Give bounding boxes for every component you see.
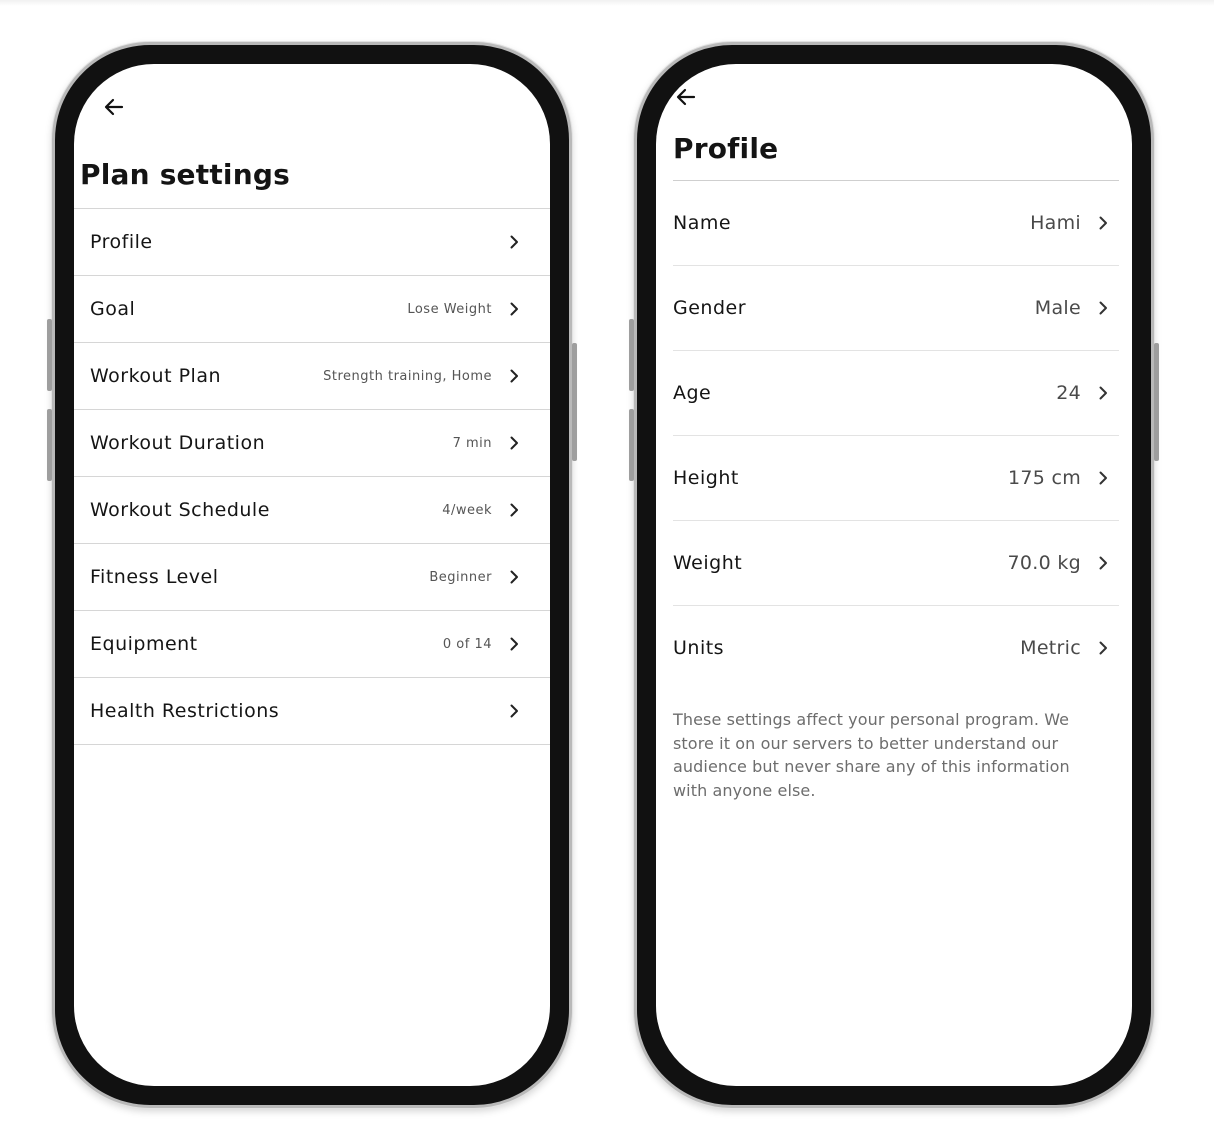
chevron-right-icon [1099,471,1107,485]
row-value: Hami [1030,212,1081,234]
profile-row-age[interactable]: Age 24 [673,351,1119,436]
row-label: Workout Plan [90,365,222,387]
chevron-right-icon [1099,216,1107,230]
page-title: Profile [673,132,779,165]
chevron-right-icon [510,235,518,249]
plan-settings-screen: Plan settings Profile Goal Lose Weight W… [74,64,550,1086]
chevron-right-icon [1099,641,1107,655]
chevron-right-icon [510,704,518,718]
row-label: Gender [673,297,747,319]
row-value: 7 min [452,435,492,451]
row-value: Beginner [429,569,492,585]
settings-row-profile[interactable]: Profile [74,209,550,276]
settings-row-workout-schedule[interactable]: Workout Schedule 4/week [74,477,550,544]
row-label: Profile [90,231,153,253]
privacy-note: These settings affect your personal prog… [673,710,1070,800]
volume-up-button [629,319,634,391]
chevron-right-icon [510,436,518,450]
profile-row-units[interactable]: Units Metric [673,606,1119,690]
profile-row-name[interactable]: Name Hami [673,181,1119,266]
row-value: Lose Weight [407,301,492,317]
chevron-right-icon [1099,301,1107,315]
power-button [1154,343,1159,461]
profile-list: Name Hami Gender Male Age 24 Height 175 … [673,180,1119,690]
chevron-right-icon [510,369,518,383]
row-value: 175 cm [1007,467,1081,489]
arrow-left-icon[interactable] [102,95,126,119]
settings-row-health-restrictions[interactable]: Health Restrictions [74,678,550,745]
row-label: Workout Schedule [90,499,270,521]
row-label: Workout Duration [90,432,266,454]
page-title: Plan settings [80,158,290,191]
row-value: Metric [1020,637,1081,659]
chevron-right-icon [1099,386,1107,400]
plan-settings-list: Profile Goal Lose Weight Workout Plan St… [74,208,550,745]
volume-down-button [629,409,634,481]
row-value: Male [1034,297,1081,319]
row-label: Height [673,467,739,489]
profile-row-weight[interactable]: Weight 70.0 kg [673,521,1119,606]
profile-row-gender[interactable]: Gender Male [673,266,1119,351]
profile-screen: Profile Name Hami Gender Male Age 24 Hei… [656,64,1132,1086]
chevron-right-icon [510,637,518,651]
phone-profile: Profile Name Hami Gender Male Age 24 Hei… [629,42,1159,1108]
row-label: Units [673,637,725,659]
phone-plan-settings: Plan settings Profile Goal Lose Weight W… [47,42,577,1108]
settings-row-goal[interactable]: Goal Lose Weight [74,276,550,343]
settings-row-equipment[interactable]: Equipment 0 of 14 [74,611,550,678]
row-label: Fitness Level [90,566,219,588]
top-strip [0,0,1214,6]
row-label: Equipment [90,633,198,655]
row-value: 70.0 kg [1007,552,1081,574]
volume-up-button [47,319,52,391]
settings-row-workout-plan[interactable]: Workout Plan Strength training, Home [74,343,550,410]
row-label: Age [673,382,712,404]
profile-row-height[interactable]: Height 175 cm [673,436,1119,521]
row-value: 24 [1056,382,1081,404]
chevron-right-icon [510,503,518,517]
row-label: Weight [673,552,743,574]
row-label: Name [673,212,732,234]
settings-row-workout-duration[interactable]: Workout Duration 7 min [74,410,550,477]
chevron-right-icon [510,570,518,584]
chevron-right-icon [1099,556,1107,570]
row-label: Goal [90,298,136,320]
arrow-left-icon[interactable] [674,85,698,109]
row-label: Health Restrictions [90,700,280,722]
power-button [572,343,577,461]
volume-down-button [47,409,52,481]
chevron-right-icon [510,302,518,316]
settings-row-fitness-level[interactable]: Fitness Level Beginner [74,544,550,611]
row-value: 0 of 14 [442,636,492,652]
row-value: Strength training, Home [323,368,492,384]
row-value: 4/week [442,502,492,518]
